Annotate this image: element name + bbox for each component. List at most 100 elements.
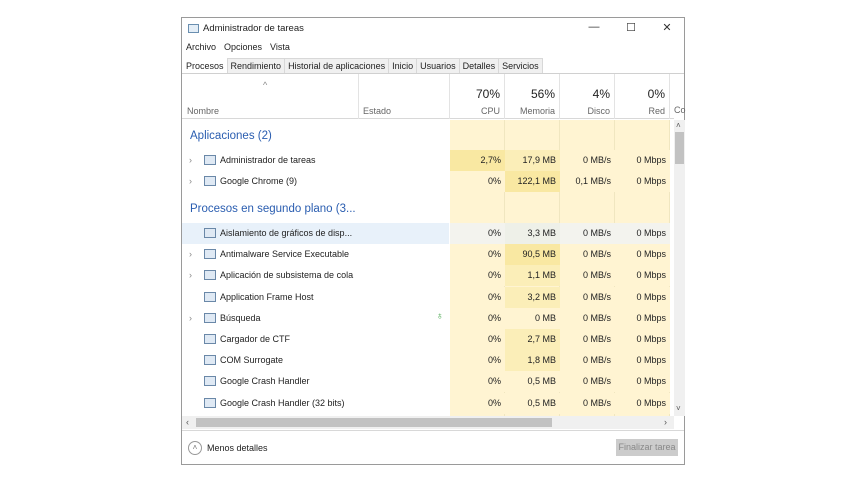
menu-bar: Archivo Opciones Vista (186, 42, 290, 52)
group-apps: Aplicaciones (2) (190, 130, 272, 142)
process-row[interactable]: COM Surrogate 0% 1,8 MB 0 MB/s 0 Mbps (182, 350, 670, 372)
menu-opciones[interactable]: Opciones (224, 42, 262, 52)
scroll-down-icon[interactable]: ˅ (676, 404, 681, 413)
process-icon (204, 312, 216, 323)
process-name: Google Crash Handler (32 bits) (220, 397, 345, 408)
scroll-left-icon[interactable]: ‹ (186, 417, 189, 427)
cpu-value: 0% (450, 350, 505, 372)
tab-bar: Procesos Rendimiento Historial de aplica… (182, 58, 684, 74)
process-row[interactable]: › Aplicación de subsistema de cola 0% 1,1 M… (182, 265, 670, 287)
process-icon (204, 397, 216, 408)
close-button[interactable]: ✕ (652, 21, 682, 37)
cpu-value: 0% (450, 286, 505, 308)
chevron-up-circle-icon[interactable]: ˄ (188, 441, 202, 455)
menu-archivo[interactable]: Archivo (186, 42, 216, 52)
column-memory[interactable]: 56% Memoria (505, 74, 560, 119)
disk-value: 0 MB/s (560, 286, 615, 308)
maximize-button[interactable]: ☐ (616, 21, 646, 37)
tab-inicio[interactable]: Inicio (388, 58, 418, 73)
horizontal-scrollbar[interactable]: ‹ › (182, 416, 674, 429)
expand-chevron-icon[interactable]: › (189, 270, 192, 280)
minimize-button[interactable]: — (579, 21, 609, 37)
horizontal-scroll-thumb[interactable] (196, 418, 552, 427)
process-icon (204, 270, 216, 281)
process-name: COM Surrogate (220, 355, 284, 366)
network-value: 0 Mbps (615, 223, 670, 244)
disk-value: 0 MB/s (560, 392, 615, 414)
process-name-cell: › Búsqueda (182, 308, 449, 329)
process-row[interactable]: › Google Chrome (9) 0% 122,1 MB 0,1 MB/s 0 Mb… (182, 171, 670, 193)
vertical-scroll-thumb[interactable] (675, 132, 684, 164)
process-row[interactable]: › Búsqueda 0% 0 MB 0 MB/s 0 Mbps ♁ (182, 307, 670, 329)
column-status-label: Estado (363, 106, 392, 116)
network-value: 0 Mbps (615, 171, 670, 193)
vertical-scrollbar[interactable]: ˄ ˅ (674, 120, 685, 416)
tab-procesos[interactable]: Procesos (182, 58, 228, 73)
memory-value: 1,8 MB (505, 350, 560, 372)
fewer-details-button[interactable]: Menos detalles (207, 443, 268, 453)
process-row[interactable]: Application Frame Host 0% 3,2 MB 0 MB/s 0 Mb… (182, 286, 670, 308)
expand-chevron-icon[interactable]: › (189, 313, 192, 323)
menu-vista[interactable]: Vista (270, 42, 290, 52)
task-manager-icon (188, 24, 199, 33)
column-network[interactable]: 0% Red (615, 74, 670, 119)
tab-detalles[interactable]: Detalles (458, 58, 500, 73)
column-status[interactable]: Estado (359, 74, 450, 119)
network-value: 0 Mbps (615, 392, 670, 414)
end-task-button[interactable]: Finalizar tarea (616, 439, 678, 456)
process-name: Cargador de CTF (220, 334, 291, 344)
process-row[interactable]: › Administrador de tareas 2,7% 17,9 MB 0 MB/… (182, 150, 670, 171)
disk-value: 0 MB/s (560, 350, 615, 372)
cpu-total: 70% (475, 87, 500, 101)
cpu-value: 0% (450, 329, 505, 350)
column-header: ^ Nombre Estado 70% CPU 56% Memoria 4% D… (182, 74, 686, 119)
footer: ˄ Menos detalles Finalizar tarea (182, 430, 684, 466)
process-row[interactable]: Google Crash Handler 0% 0,5 MB 0 MB/s 0 Mbps (182, 371, 670, 393)
expand-chevron-icon[interactable]: › (189, 249, 192, 259)
scroll-up-icon[interactable]: ˄ (676, 121, 681, 130)
cpu-value: 0% (450, 265, 505, 287)
column-name[interactable]: ^ Nombre (182, 74, 359, 119)
cpu-value: 0% (450, 392, 505, 414)
expand-chevron-icon[interactable]: › (189, 176, 192, 186)
memory-label: Memoria (519, 106, 555, 116)
expand-chevron-icon[interactable]: › (189, 155, 192, 165)
disk-value: 0 MB/s (560, 150, 615, 171)
network-label: Red (648, 106, 665, 116)
cpu-value: 0% (450, 171, 505, 193)
memory-value: 0,5 MB (505, 371, 560, 393)
disk-value: 0 MB/s (560, 307, 615, 329)
process-row[interactable]: › Antimalware Service Executable 0% 90,5 MB… (182, 244, 670, 266)
title-bar: Administrador de tareas — ☐ ✕ (182, 18, 684, 40)
process-icon (204, 249, 216, 260)
process-list: Aplicaciones (2) Procesos en segundo pla… (182, 120, 674, 416)
network-value: 0 Mbps (615, 329, 670, 350)
column-disk[interactable]: 4% Disco (560, 74, 615, 119)
memory-value: 0,5 MB (505, 392, 560, 414)
disk-value: 0 MB/s (560, 223, 615, 244)
scroll-right-icon[interactable]: › (664, 417, 667, 427)
disk-value: 0 MB/s (560, 329, 615, 350)
cpu-label: CPU (480, 106, 500, 116)
process-row[interactable]: Aislamiento de gráficos de disp... 0% 3,3 … (182, 223, 670, 244)
column-cpu[interactable]: 70% CPU (450, 74, 505, 119)
process-row[interactable]: Google Crash Handler (32 bits) 0% 0,5 MB 0 … (182, 392, 670, 414)
tab-historial[interactable]: Historial de aplicaciones (284, 58, 390, 73)
tab-rendimiento[interactable]: Rendimiento (226, 58, 286, 73)
memory-value: 2,7 MB (505, 329, 560, 350)
process-name: Administrador de tareas (220, 155, 316, 165)
sort-up-icon: ^ (263, 80, 268, 90)
network-value: 0 Mbps (615, 286, 670, 308)
process-icon (204, 176, 216, 187)
column-next-label: Co (674, 105, 686, 115)
cpu-value: 0% (450, 244, 505, 266)
process-icon (204, 155, 216, 165)
network-value: 0 Mbps (615, 244, 670, 266)
process-name: Antimalware Service Executable (220, 249, 350, 260)
tab-usuarios[interactable]: Usuarios (416, 58, 460, 73)
network-value: 0 Mbps (615, 350, 670, 372)
process-row[interactable]: Cargador de CTF 0% 2,7 MB 0 MB/s 0 Mbps (182, 329, 670, 350)
memory-value: 3,3 MB (505, 223, 560, 244)
process-name-cell: › Aplicación de subsistema de cola (182, 265, 449, 286)
tab-servicios[interactable]: Servicios (498, 58, 543, 73)
